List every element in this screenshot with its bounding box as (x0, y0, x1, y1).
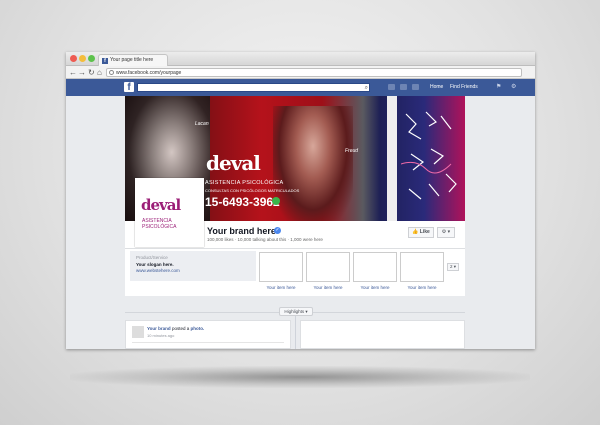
close-window-button[interactable] (70, 55, 77, 62)
website-link[interactable]: www.webstehere.com (136, 268, 180, 273)
globe-icon (109, 70, 114, 75)
page-category: Product/Service (136, 255, 168, 260)
cover-subtitle: ASISTENCIA PSICOLÓGICA (205, 180, 284, 186)
like-button-label: Like (419, 229, 430, 235)
tab-title: Your page title here (110, 57, 154, 63)
app-label[interactable]: Your item here (259, 285, 303, 290)
page-stats: 100,000 likes · 10,000 talking about thi… (207, 237, 323, 242)
profile-logo-sub: ASISTENCIA PSICOLÓGICA (142, 218, 177, 230)
highlights-button[interactable]: Highlights ▾ (279, 307, 313, 316)
about-box: Product/Service Your slogan here. www.we… (130, 251, 256, 281)
app-label[interactable]: Your item here (400, 285, 444, 290)
page-title[interactable]: Your brand here (207, 226, 276, 236)
post-author[interactable]: Your brand (147, 326, 171, 331)
browser-window: f Your page title here ← → ↻ ⌂ www.faceb… (66, 52, 535, 349)
facebook-logo-icon[interactable]: f (124, 82, 134, 93)
whatsapp-icon (272, 197, 280, 205)
page-slogan: Your slogan here. (136, 262, 174, 267)
app-tile[interactable] (259, 252, 303, 282)
privacy-icon[interactable]: ⚑ (496, 82, 501, 92)
back-icon[interactable]: ← (69, 67, 77, 78)
more-apps-button[interactable]: 2 ▾ (447, 263, 459, 271)
facebook-favicon-icon: f (102, 58, 108, 64)
messages-icon[interactable] (400, 84, 407, 90)
app-tile[interactable] (306, 252, 350, 282)
facebook-search-input[interactable]: ⌕ (137, 83, 370, 92)
nav-home-link[interactable]: Home (430, 82, 443, 92)
post-divider (132, 342, 284, 343)
post-action: posted a (171, 326, 190, 331)
cover-brand-logo: deval (206, 151, 261, 175)
cover-label-left: Lacan (195, 121, 209, 127)
notifications-icon[interactable] (412, 84, 419, 90)
avatar[interactable] (132, 326, 144, 338)
verified-badge-icon: ✓ (274, 227, 281, 234)
browser-toolbar: ← → ↻ ⌂ www.facebook.com/yourpage (66, 66, 535, 79)
page-options-button[interactable]: ⚙ ▾ (437, 227, 455, 238)
timeline-post: Your brand posted a photo. 10 minutes ag… (125, 320, 291, 349)
minimize-window-button[interactable] (79, 55, 86, 62)
timeline-spine (295, 316, 296, 349)
browser-titlebar: f Your page title here (66, 52, 535, 66)
about-section: Product/Service Your slogan here. www.we… (125, 248, 465, 296)
cover-portrait-center (273, 106, 353, 221)
cover-phone: 15-6493-3962 (205, 195, 280, 209)
profile-logo: deval (141, 196, 181, 214)
settings-gear-icon[interactable]: ⚙ (511, 82, 516, 92)
cover-label-right: Freud (345, 148, 359, 154)
cover-tagline: CONSULTAS CON PSICÓLOGOS MATRICULADOS (205, 188, 300, 193)
address-bar[interactable]: www.facebook.com/yourpage (106, 68, 522, 77)
friend-requests-icon[interactable] (388, 84, 395, 90)
facebook-header: f ⌕ Home Find Friends ⚑ ⚙ (66, 79, 535, 96)
app-label[interactable]: Your item here (353, 285, 397, 290)
post-headline: Your brand posted a photo. (147, 326, 204, 331)
home-icon[interactable]: ⌂ (97, 67, 102, 78)
like-button[interactable]: 👍 Like (408, 227, 434, 238)
app-tile[interactable] (353, 252, 397, 282)
browser-tab[interactable]: f Your page title here (98, 54, 168, 66)
forward-icon[interactable]: → (78, 67, 86, 78)
profile-picture[interactable]: deval ASISTENCIA PSICOLÓGICA (135, 178, 204, 247)
ground-shadow (70, 366, 530, 388)
app-tile[interactable] (400, 252, 444, 282)
app-label[interactable]: Your item here (306, 285, 350, 290)
post-object-link[interactable]: photo. (190, 326, 204, 331)
post-timestamp[interactable]: 10 minutes ago (147, 333, 174, 338)
timeline-post-empty (300, 320, 465, 349)
search-icon[interactable]: ⌕ (365, 84, 368, 92)
maximize-window-button[interactable] (88, 55, 95, 62)
nav-find-friends-link[interactable]: Find Friends (450, 82, 478, 92)
url-text: www.facebook.com/yourpage (116, 70, 182, 76)
cover-stripe (387, 96, 397, 221)
cover-scribble-art (401, 111, 457, 200)
reload-icon[interactable]: ↻ (88, 67, 95, 78)
thumbs-up-icon: 👍 (412, 229, 419, 235)
